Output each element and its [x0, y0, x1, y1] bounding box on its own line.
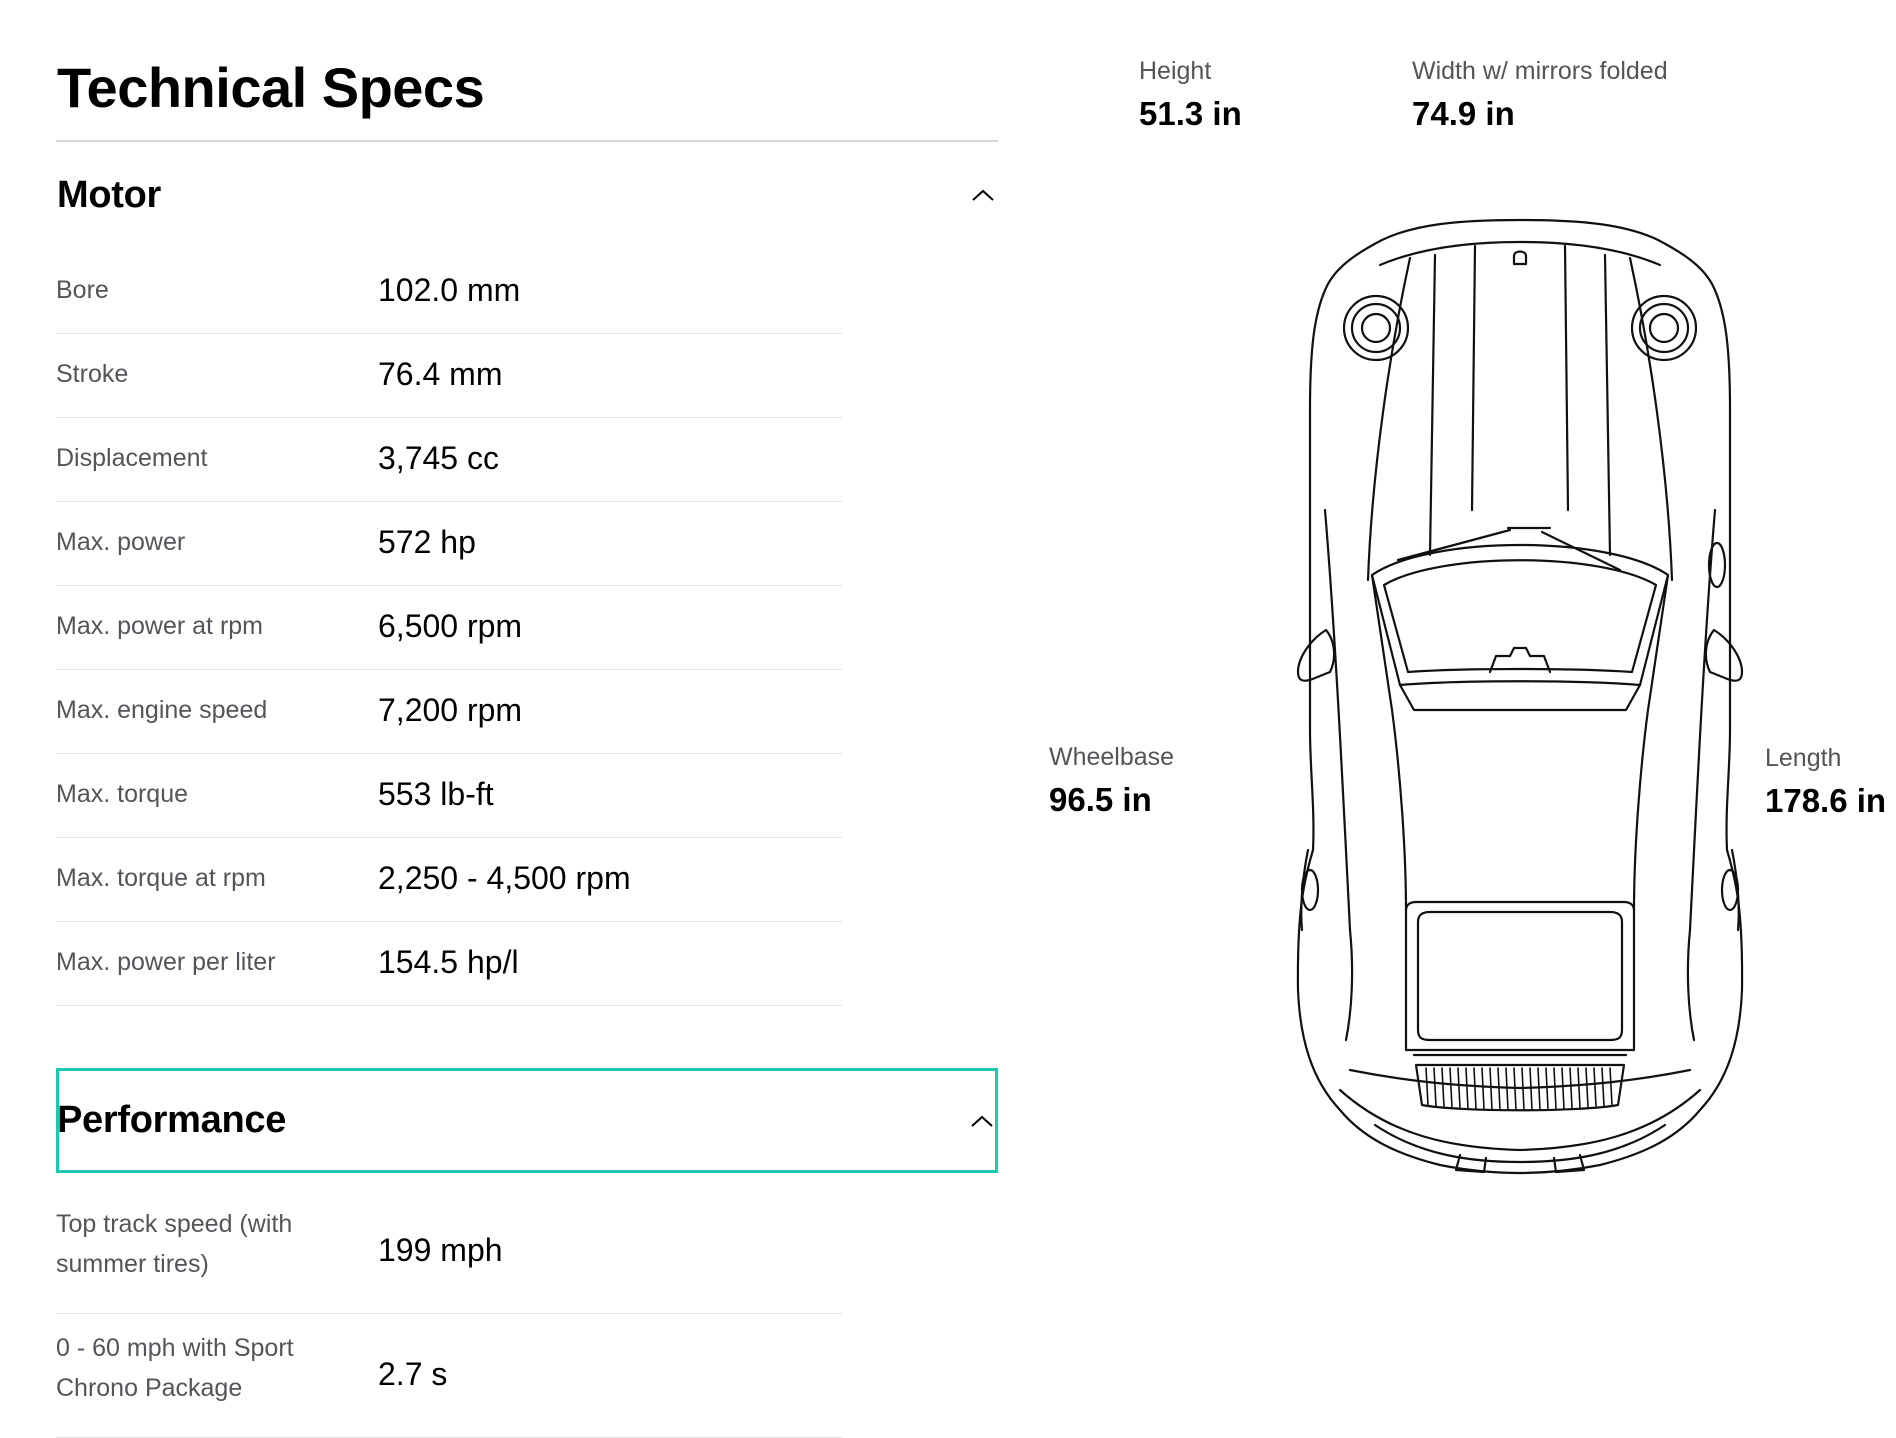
spec-label: Max. torque	[56, 780, 189, 808]
motor-spec-list: Bore 102.0 mm Stroke 76.4 mm Displacemen…	[56, 250, 842, 1006]
dimension-value: 74.9 in	[1412, 95, 1515, 132]
spec-value: 7,200 rpm	[378, 692, 523, 728]
spec-row-max-torque-at-rpm: Max. torque at rpm 2,250 - 4,500 rpm	[56, 838, 842, 922]
chevron-up-icon[interactable]	[969, 1113, 995, 1129]
spec-value: 154.5 hp/l	[378, 944, 519, 980]
spec-row-max-power-at-rpm: Max. power at rpm 6,500 rpm	[56, 586, 842, 670]
spec-label: Max. engine speed	[56, 696, 268, 724]
performance-section-header[interactable]: Performance	[56, 1068, 998, 1173]
dimension-label: Length	[1765, 744, 1842, 772]
title-divider	[56, 140, 998, 142]
spec-row-max-torque: Max. torque 553 lb-ft	[56, 754, 842, 838]
spec-row-max-power: Max. power 572 hp	[56, 502, 842, 586]
spec-label: Stroke	[56, 360, 129, 388]
spec-value: 553 lb-ft	[378, 776, 494, 812]
spec-label: Max. power per liter	[56, 948, 276, 976]
motor-section-header[interactable]: Motor	[56, 160, 998, 230]
motor-section-title: Motor	[57, 174, 162, 216]
dimension-label: Height	[1139, 57, 1212, 85]
dimension-value: 178.6 in	[1765, 782, 1887, 819]
car-top-view-icon	[1296, 218, 1744, 1175]
dimension-label: Wheelbase	[1049, 743, 1175, 771]
dimension-width: Width w/ mirrors folded 74.9 in	[1412, 55, 1668, 135]
spec-value: 102.0 mm	[378, 272, 521, 308]
spec-row-max-power-per-liter: Max. power per liter 154.5 hp/l	[56, 922, 842, 1006]
spec-row-bore: Bore 102.0 mm	[56, 250, 842, 334]
spec-value: 76.4 mm	[378, 356, 503, 392]
performance-spec-list: Top track speed (with summer tires) 199 …	[56, 1190, 842, 1438]
dimension-length: Length 178.6 in	[1765, 742, 1886, 822]
spec-label: 0 - 60 mph with Sport Chrono Package	[56, 1334, 294, 1402]
spec-label: Displacement	[56, 444, 208, 472]
spec-row-displacement: Displacement 3,745 cc	[56, 418, 842, 502]
chevron-up-icon[interactable]	[970, 187, 996, 203]
dimension-value: 51.3 in	[1139, 95, 1242, 132]
spec-label: Max. power	[56, 528, 186, 556]
spec-label: Max. torque at rpm	[56, 864, 266, 892]
spec-row-top-track-speed: Top track speed (with summer tires) 199 …	[56, 1190, 842, 1314]
dimension-label: Width w/ mirrors folded	[1412, 57, 1668, 85]
page-title: Technical Specs	[57, 56, 485, 119]
spec-value: 2.7 s	[378, 1356, 448, 1392]
dimension-height: Height 51.3 in	[1139, 55, 1242, 135]
spec-row-stroke: Stroke 76.4 mm	[56, 334, 842, 418]
spec-value: 6,500 rpm	[378, 608, 523, 644]
dimension-value: 96.5 in	[1049, 781, 1152, 818]
spec-value: 2,250 - 4,500 rpm	[378, 860, 631, 896]
spec-value: 199 mph	[378, 1232, 503, 1268]
dimension-wheelbase: Wheelbase 96.5 in	[1049, 741, 1174, 821]
spec-label: Top track speed (with summer tires)	[56, 1210, 293, 1278]
performance-section-title: Performance	[57, 1099, 287, 1141]
spec-value: 3,745 cc	[378, 440, 499, 476]
spec-row-max-engine-speed: Max. engine speed 7,200 rpm	[56, 670, 842, 754]
spec-label: Max. power at rpm	[56, 612, 264, 640]
spec-label: Bore	[56, 276, 109, 304]
spec-row-zero-to-sixty: 0 - 60 mph with Sport Chrono Package 2.7…	[56, 1314, 842, 1438]
spec-value: 572 hp	[378, 524, 476, 560]
